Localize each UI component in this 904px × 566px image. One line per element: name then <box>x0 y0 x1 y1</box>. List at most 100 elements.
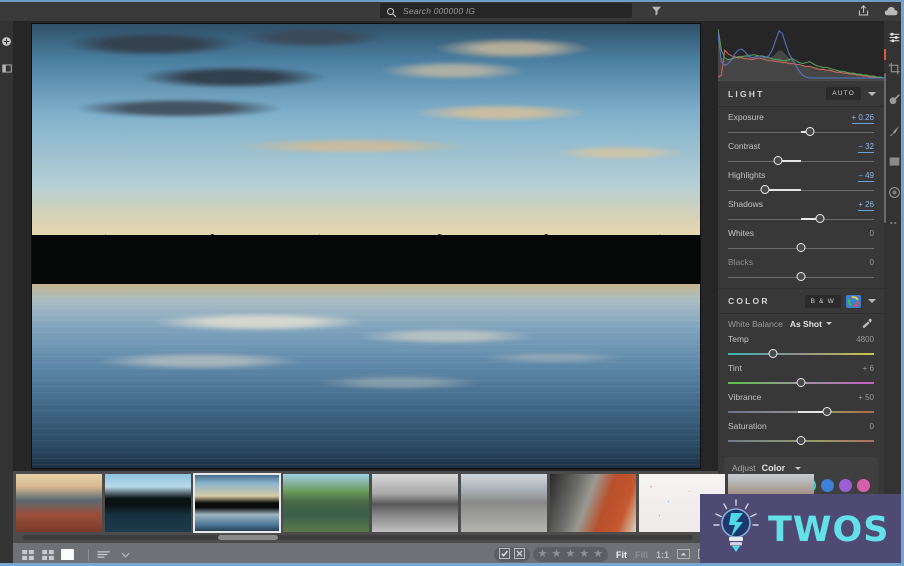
star-rating[interactable]: ★ ★ ★ ★ ★ <box>532 547 608 562</box>
slider-track-vibrance[interactable] <box>728 406 874 418</box>
slider-row-highlights[interactable]: Highlights – 49 <box>728 170 874 196</box>
slider-row-saturation[interactable]: Saturation 0 <box>728 421 874 447</box>
color-swatch-6[interactable] <box>839 479 853 492</box>
slider-value-highlights[interactable]: – 49 <box>858 171 874 182</box>
slider-track-highlights[interactable] <box>728 184 874 196</box>
star-1[interactable]: ★ <box>538 549 548 560</box>
slider-knob-exposure[interactable] <box>805 127 815 136</box>
color-section-header[interactable]: COLOR B & W <box>718 288 884 314</box>
slider-row-contrast[interactable]: Contrast – 32 <box>728 141 874 167</box>
image-stage[interactable] <box>13 21 718 471</box>
color-swatch-5[interactable] <box>821 479 835 492</box>
single-view-icon[interactable] <box>61 549 74 560</box>
slider-track-exposure[interactable] <box>728 126 874 138</box>
chevron-down-icon[interactable] <box>119 549 132 560</box>
star-2[interactable]: ★ <box>551 549 561 560</box>
slider-knob-vibrance[interactable] <box>822 407 832 416</box>
flag-reject-icon[interactable] <box>513 546 525 564</box>
star-3[interactable]: ★ <box>565 549 575 560</box>
chevron-down-icon[interactable] <box>868 91 876 96</box>
crop-icon[interactable] <box>886 60 902 76</box>
more-options-icon[interactable] <box>886 215 902 231</box>
slider-row-shadows[interactable]: Shadows + 26 <box>728 199 874 225</box>
slider-value-temp[interactable]: 4800 <box>856 335 874 344</box>
slider-row-whites[interactable]: Whites 0 <box>728 228 874 254</box>
compare-view-icon[interactable] <box>41 549 54 560</box>
color-mix-wheel-icon[interactable] <box>846 294 861 308</box>
slider-value-whites[interactable]: 0 <box>870 229 874 238</box>
linear-gradient-icon[interactable] <box>886 153 902 169</box>
zoom-fit-button[interactable]: Fit <box>616 550 627 560</box>
filter-funnel-icon[interactable] <box>648 3 664 19</box>
flag-pick-icon[interactable] <box>498 546 510 564</box>
slider-row-exposure[interactable]: Exposure + 0.26 <box>728 112 874 138</box>
star-4[interactable]: ★ <box>579 549 589 560</box>
filmstrip-thumbnail-photographer-portrait[interactable] <box>16 474 102 532</box>
white-balance-value[interactable]: As Shot <box>790 319 822 329</box>
slider-track-tint[interactable] <box>728 377 874 389</box>
slider-row-vibrance[interactable]: Vibrance + 50 <box>728 392 874 418</box>
filmstrip-thumbnail-sunset-lake-reflection[interactable] <box>193 473 281 533</box>
slider-track-whites[interactable] <box>728 242 874 254</box>
slider-knob-contrast[interactable] <box>773 156 783 165</box>
slider-track-shadows[interactable] <box>728 213 874 225</box>
slider-value-saturation[interactable]: 0 <box>870 422 874 431</box>
sort-order-icon[interactable] <box>96 549 112 560</box>
slider-value-contrast[interactable]: – 32 <box>858 142 874 153</box>
filmstrip-thumbnail-pontoon-boat-dock[interactable] <box>283 474 369 532</box>
color-swatch-7[interactable] <box>857 479 870 492</box>
search-input[interactable]: Search 000000 IG <box>403 6 475 16</box>
filmstrip-thumbnail-fire-smoke-building[interactable] <box>550 474 636 532</box>
edit-sliders-icon[interactable] <box>886 29 902 45</box>
slider-row-tint[interactable]: Tint + 6 <box>728 363 874 389</box>
bw-button[interactable]: B & W <box>804 294 841 308</box>
filmstrip-scrollbar[interactable] <box>23 535 693 540</box>
chevron-down-icon[interactable] <box>868 299 876 303</box>
slider-row-temp[interactable]: Temp 4800 <box>728 334 874 360</box>
star-5[interactable]: ★ <box>593 549 603 560</box>
panel-scrollbar[interactable] <box>884 73 886 223</box>
slider-knob-shadows[interactable] <box>815 214 825 223</box>
slider-knob-temp[interactable] <box>768 349 778 358</box>
slider-track-temp[interactable] <box>728 348 874 360</box>
panel-toggle-icon[interactable] <box>0 62 13 75</box>
slider-knob-blacks[interactable] <box>796 272 806 281</box>
search-bar[interactable]: Search 000000 IG <box>380 3 632 18</box>
adjust-value[interactable]: Color <box>762 463 786 473</box>
healing-brush-icon[interactable] <box>886 91 902 107</box>
filmstrip-thumbnail-city-street-cars[interactable] <box>461 474 547 532</box>
filmstrip-thumbnail-lake-boat-dusk[interactable] <box>105 474 191 532</box>
slider-knob-highlights[interactable] <box>760 185 769 194</box>
adjust-header[interactable]: Adjust Color <box>732 463 870 473</box>
brush-icon[interactable] <box>886 122 902 138</box>
light-section-header[interactable]: LIGHT AUTO <box>718 81 884 107</box>
slider-knob-whites[interactable] <box>796 243 806 252</box>
slider-track-contrast[interactable] <box>728 155 874 167</box>
white-balance-row[interactable]: White Balance As Shot <box>718 314 884 334</box>
chevron-down-icon[interactable] <box>795 466 802 470</box>
cloud-sync-icon[interactable] <box>884 4 898 18</box>
auto-button[interactable]: AUTO <box>826 87 861 100</box>
fullscreen-icon[interactable] <box>677 546 690 564</box>
slider-value-blacks[interactable]: 0 <box>870 258 874 267</box>
slider-knob-tint[interactable] <box>796 378 806 387</box>
slider-row-blacks[interactable]: Blacks 0 <box>728 257 874 283</box>
chevron-down-icon[interactable] <box>825 322 832 325</box>
slider-track-saturation[interactable] <box>728 435 874 447</box>
slider-value-tint[interactable]: + 6 <box>863 364 874 373</box>
radial-gradient-icon[interactable] <box>886 184 902 200</box>
share-upload-icon[interactable] <box>856 4 870 18</box>
slider-value-exposure[interactable]: + 0.26 <box>851 113 874 124</box>
add-photos-icon[interactable] <box>0 35 13 48</box>
eyedropper-icon[interactable] <box>861 317 874 330</box>
grid-view-icon[interactable] <box>21 549 34 560</box>
zoom-fill-button[interactable]: Fill <box>635 550 648 560</box>
slider-track-blacks[interactable] <box>728 271 874 283</box>
slider-value-shadows[interactable]: + 26 <box>858 200 874 211</box>
main-photo-sunset-lake-reflection[interactable] <box>31 24 700 468</box>
histogram[interactable] <box>718 21 884 81</box>
filmstrip-thumbnail-bw-lake-island[interactable] <box>372 474 458 532</box>
slider-value-vibrance[interactable]: + 50 <box>858 393 874 402</box>
slider-knob-saturation[interactable] <box>796 436 806 445</box>
zoom-1to1-button[interactable]: 1:1 <box>656 550 669 560</box>
